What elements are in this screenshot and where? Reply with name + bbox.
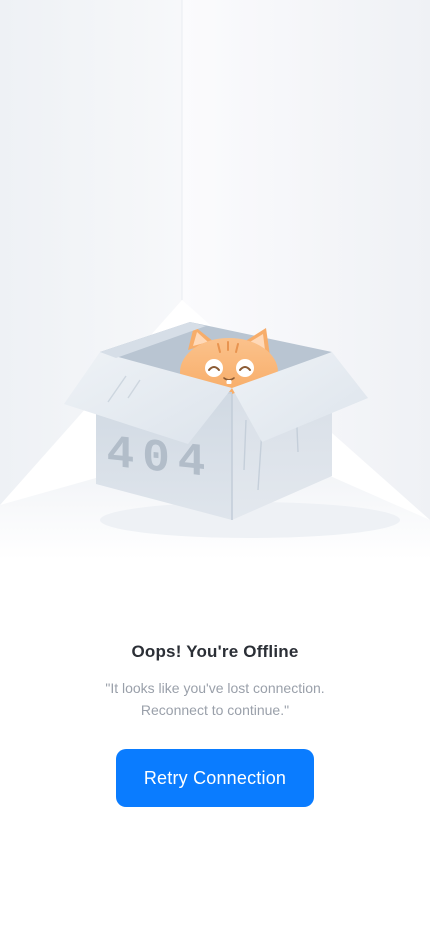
offline-title: Oops! You're Offline bbox=[131, 642, 299, 661]
offline-screen: 404 Oops! You're Offline "It looks like … bbox=[0, 0, 430, 932]
offline-message: "It looks like you've lost connection. R… bbox=[65, 677, 365, 721]
offline-message-line-2: Reconnect to continue." bbox=[140, 702, 290, 718]
offline-message-line-1: "It looks like you've lost connection. bbox=[105, 680, 325, 696]
offline-illustration: 404 bbox=[0, 0, 430, 560]
offline-content: Oops! You're Offline "It looks like you'… bbox=[0, 640, 430, 807]
retry-connection-button[interactable]: Retry Connection bbox=[116, 749, 314, 807]
